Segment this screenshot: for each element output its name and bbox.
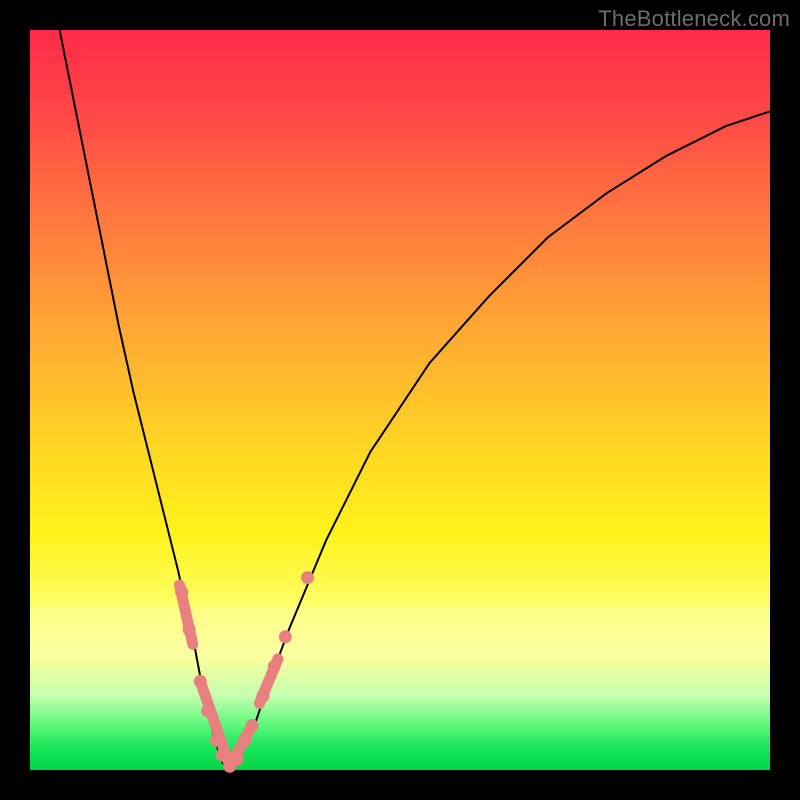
marker-dot — [279, 630, 292, 643]
curve-svg — [30, 30, 770, 770]
plot-area — [30, 30, 770, 770]
marker-dot — [210, 734, 223, 747]
marker-dots — [175, 571, 314, 773]
marker-dot — [238, 734, 251, 747]
marker-segments — [179, 585, 277, 766]
watermark-text: TheBottleneck.com — [598, 6, 790, 32]
marker-dot — [175, 586, 188, 599]
marker-dot — [246, 719, 259, 732]
marker-dot — [301, 571, 314, 584]
bottleneck-curve — [60, 30, 770, 770]
marker-dot — [257, 690, 270, 703]
marker-dot — [183, 623, 196, 636]
chart-frame: TheBottleneck.com — [0, 0, 800, 800]
marker-dot — [268, 660, 281, 673]
marker-dot — [201, 704, 214, 717]
marker-dot — [194, 675, 207, 688]
marker-dot — [231, 752, 244, 765]
marker-dot — [216, 749, 229, 762]
